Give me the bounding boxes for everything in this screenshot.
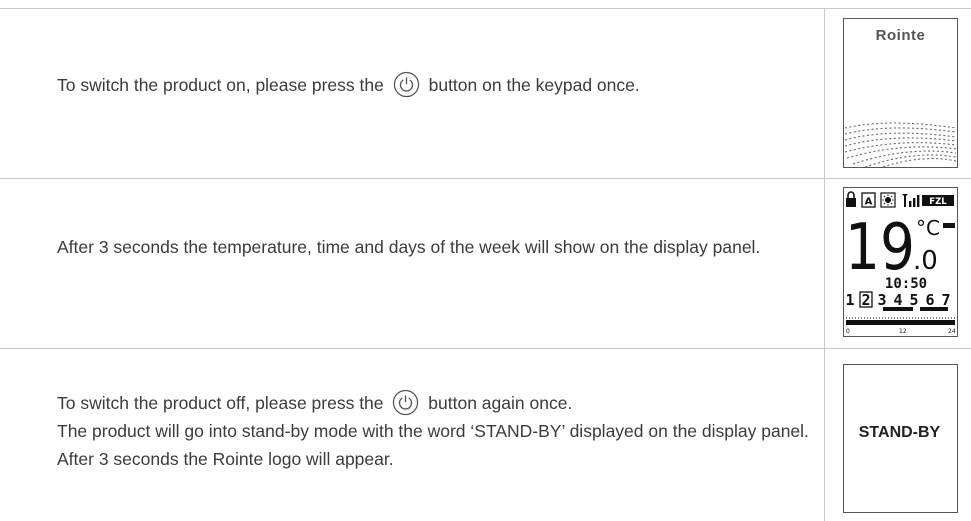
weekday-label: 7	[941, 291, 950, 309]
display-screen-logo: Rointe	[843, 18, 958, 168]
weekday-label: 1	[845, 291, 854, 309]
display-cell: Rointe	[825, 9, 971, 178]
weekday-label: 5	[909, 291, 918, 309]
temperature-unit: °C	[916, 216, 940, 240]
power-icon	[393, 71, 419, 98]
axis-label: 12	[899, 328, 907, 335]
weekday-label: 6	[925, 291, 934, 309]
instruction-line: The product will go into stand-by mode w…	[57, 421, 809, 469]
instruction-line: To switch the product off, please press …	[57, 389, 809, 417]
instruction-text-part: To switch the product on, please press t…	[57, 75, 384, 95]
instruction-text-part: button again once.	[428, 393, 573, 413]
unit-bar	[943, 223, 955, 228]
instruction-row-switch-on: To switch the product on, please press t…	[0, 9, 971, 179]
standby-label: STAND-BY	[858, 424, 941, 441]
instruction-text-part: To switch the product off, please press …	[57, 393, 384, 413]
status-badge-label: FZL	[929, 197, 947, 207]
weekday-label: 3	[877, 291, 886, 309]
instruction-text: To switch the product on, please press t…	[57, 71, 809, 99]
display-screen-thermostat: A FZL 19 °C .0 10:50 1 2 3 4 5 6 7 0 12 …	[843, 187, 958, 337]
instruction-row-switch-off: To switch the product off, please press …	[0, 349, 971, 521]
instruction-row-display-info: After 3 seconds the temperature, time an…	[0, 179, 971, 349]
instruction-text-part: button on the keypad once.	[428, 75, 640, 95]
display-screen-standby: STAND-BY	[843, 364, 958, 513]
instruction-text: After 3 seconds the temperature, time an…	[57, 237, 761, 257]
axis-label: 24	[948, 328, 956, 335]
weekday-label: 2	[861, 291, 870, 309]
clock-time: 10:50	[885, 276, 927, 292]
temperature-decimal: .0	[913, 246, 938, 276]
svg-text:A: A	[865, 197, 873, 208]
rointe-logo: Rointe	[875, 27, 926, 44]
instruction-table: To switch the product on, please press t…	[0, 8, 971, 521]
screen-frame: A FZL 19 °C .0 10:50 1 2 3 4 5 6 7 0 12 …	[843, 187, 958, 337]
weekday-label: 4	[893, 291, 902, 309]
display-cell: A FZL 19 °C .0 10:50 1 2 3 4 5 6 7 0 12 …	[825, 179, 971, 348]
power-icon	[393, 389, 419, 416]
status-badge: FZL	[922, 195, 954, 207]
display-cell: STAND-BY	[825, 349, 971, 521]
temperature-integer: 19	[845, 211, 915, 285]
instruction-text: To switch the product off, please press …	[57, 389, 809, 473]
axis-label: 0	[846, 328, 850, 335]
